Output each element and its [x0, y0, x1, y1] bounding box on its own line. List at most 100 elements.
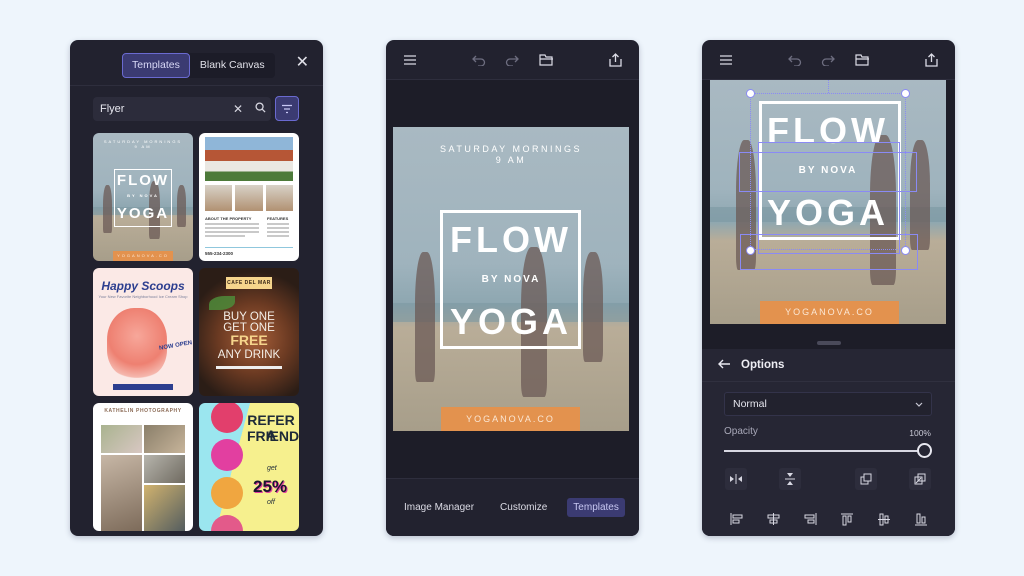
flyer-canvas-selected[interactable]: FLOW BY NOVA YOGA YOGANOVA.CO — [710, 80, 946, 324]
share-icon[interactable] — [606, 52, 624, 68]
template-grid: SATURDAY MORNINGS 9 AM FLOW BY NOVA YOGA… — [93, 133, 301, 531]
template-cafe-line3: FREE — [230, 332, 268, 348]
flip-horizontal-icon — [730, 474, 742, 484]
resize-handle-bottom-right[interactable] — [901, 246, 910, 255]
flip-vertical-icon — [785, 473, 795, 485]
flyer-top-text[interactable]: SATURDAY MORNINGS — [393, 144, 629, 154]
align-bottom-icon — [915, 513, 927, 525]
template-scoops-title: Happy Scoops — [101, 279, 185, 293]
send-backward-button[interactable] — [909, 468, 931, 490]
menu-icon[interactable] — [401, 52, 419, 68]
template-card-real-estate[interactable]: ABOUT THE PROPERTY FEATURES 555-234-2300 — [199, 133, 299, 261]
align-middle-icon — [878, 513, 890, 525]
template-card-photography[interactable]: KATHELIN PHOTOGRAPHY — [93, 403, 193, 531]
mode-toggle: Templates Blank Canvas — [122, 53, 275, 78]
align-bottom-button[interactable] — [912, 510, 930, 528]
tab-templates-bottom[interactable]: Templates — [567, 498, 625, 517]
align-left-icon — [730, 513, 742, 525]
resize-handle-top-right[interactable] — [901, 89, 910, 98]
search-bar: ✕ — [93, 97, 271, 121]
template-card-cafe-del-mar[interactable]: CAFE DEL MAR BUY ONE GET ONE FREE ANY DR… — [199, 268, 299, 396]
editor-toolbar — [386, 40, 639, 80]
flyer-by-text[interactable]: BY NOVA — [393, 274, 629, 285]
options-header: Options — [702, 349, 955, 382]
template-card-refer-a-friend[interactable]: REFER A FRIEND get 25% off — [199, 403, 299, 531]
sheet-drag-handle[interactable] — [817, 341, 841, 345]
align-center-button[interactable] — [764, 510, 782, 528]
align-middle-button[interactable] — [875, 510, 893, 528]
filter-icon — [282, 104, 292, 113]
chevron-down-icon — [915, 402, 923, 407]
template-cafe-line4: ANY DRINK — [217, 349, 281, 361]
options-title: Options — [741, 359, 785, 371]
align-top-icon — [841, 513, 853, 525]
opacity-slider[interactable] — [724, 450, 924, 452]
editor-panel: SATURDAY MORNINGS 9 AM FLOW BY NOVA YOGA… — [386, 40, 639, 536]
folder-icon[interactable] — [537, 52, 555, 68]
blend-mode-value: Normal — [733, 398, 767, 410]
opacity-value: 100% — [909, 428, 931, 438]
align-top-button[interactable] — [838, 510, 856, 528]
undo-icon[interactable] — [470, 52, 488, 68]
template-phone: 555-234-2300 — [205, 251, 234, 256]
template-cta: YOGANOVA.CO — [113, 251, 173, 261]
flyer-title-flow[interactable]: FLOW — [393, 219, 629, 261]
template-title-yoga: YOGA — [116, 205, 170, 222]
template-refer-off: off — [267, 499, 275, 506]
tab-blank-canvas[interactable]: Blank Canvas — [190, 53, 275, 78]
flip-vertical-button[interactable] — [779, 468, 801, 490]
bring-forward-icon — [860, 473, 872, 485]
template-photo-title: KATHELIN PHOTOGRAPHY — [104, 408, 182, 414]
template-refer-line2: FRIEND — [247, 428, 299, 444]
template-time-text: 9 AM — [134, 144, 152, 149]
template-title-flow: FLOW — [116, 172, 170, 189]
flyer-canvas[interactable]: SATURDAY MORNINGS 9 AM FLOW BY NOVA YOGA… — [393, 127, 629, 431]
options-canvas: FLOW BY NOVA YOGA YOGANOVA.CO — [702, 80, 955, 350]
template-picker-panel: Templates Blank Canvas ✕ ✕ SATURDAY MORN… — [70, 40, 323, 536]
options-editor-panel: FLOW BY NOVA YOGA YOGANOVA.CO Options No… — [702, 40, 955, 536]
menu-icon[interactable] — [717, 52, 735, 68]
flyer-cta[interactable]: YOGANOVA.CO — [441, 407, 580, 431]
flyer-title-yoga[interactable]: YOGA — [393, 301, 629, 343]
template-by-text: BY NOVA — [127, 193, 159, 198]
flyer-time-text[interactable]: 9 AM — [393, 155, 629, 165]
folder-icon[interactable] — [853, 52, 871, 68]
resize-handle-bottom-left[interactable] — [746, 246, 755, 255]
template-card-happy-scoops[interactable]: Happy Scoops Your New Favorite Neighborh… — [93, 268, 193, 396]
resize-handle-top-left[interactable] — [746, 89, 755, 98]
search-input[interactable] — [93, 103, 227, 115]
editor-canvas: SATURDAY MORNINGS 9 AM FLOW BY NOVA YOGA… — [386, 80, 639, 478]
lower-bounds — [740, 234, 918, 270]
flyer-cta[interactable]: YOGANOVA.CO — [760, 301, 899, 324]
tab-templates[interactable]: Templates — [122, 53, 190, 78]
align-center-icon — [767, 513, 779, 525]
back-arrow-icon[interactable] — [718, 356, 731, 374]
close-icon[interactable]: ✕ — [296, 54, 309, 72]
share-icon[interactable] — [922, 52, 940, 68]
opacity-slider-thumb[interactable] — [917, 443, 932, 458]
clear-icon[interactable]: ✕ — [227, 102, 249, 116]
opacity-label: Opacity — [724, 426, 758, 437]
options-sheet: Options Normal Opacity 100% — [702, 349, 955, 536]
template-refer-get: get — [267, 465, 277, 472]
by-text-bounds — [739, 152, 917, 192]
tab-customize[interactable]: Customize — [494, 498, 553, 517]
align-right-icon — [804, 513, 816, 525]
redo-icon[interactable] — [503, 52, 521, 68]
search-icon[interactable] — [249, 102, 271, 116]
blend-mode-select[interactable]: Normal — [724, 392, 932, 416]
undo-icon[interactable] — [786, 52, 804, 68]
options-toolbar — [702, 40, 955, 80]
tab-image-manager[interactable]: Image Manager — [398, 498, 480, 517]
flip-horizontal-button[interactable] — [725, 468, 747, 490]
filter-button[interactable] — [275, 96, 299, 121]
template-refer-pct: 25% — [253, 477, 288, 496]
align-right-button[interactable] — [801, 510, 819, 528]
template-cafe-tag: CAFE DEL MAR — [226, 277, 272, 289]
template-card-flow-yoga[interactable]: SATURDAY MORNINGS 9 AM FLOW BY NOVA YOGA… — [93, 133, 193, 261]
bring-forward-button[interactable] — [855, 468, 877, 490]
template-scoops-sub: Your New Favorite Neighborhood Ice Cream… — [98, 294, 188, 299]
align-left-button[interactable] — [727, 510, 745, 528]
redo-icon[interactable] — [819, 52, 837, 68]
editor-bottom-tabs: Image Manager Customize Templates Graphi — [386, 478, 639, 536]
